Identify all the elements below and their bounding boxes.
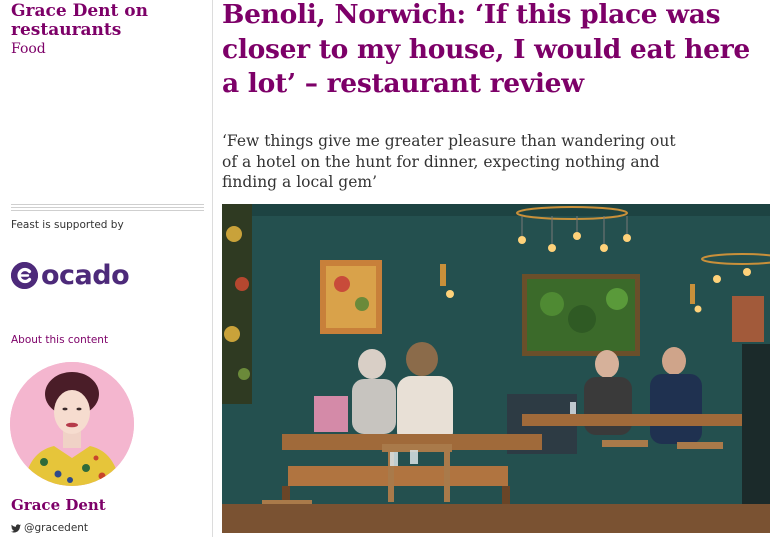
section-link[interactable]: Food [11, 41, 46, 57]
sidebar: Grace Dent on restaurants Food Feast is … [0, 0, 213, 537]
author-portrait [10, 362, 134, 486]
author-avatar[interactable] [10, 362, 134, 486]
series-title[interactable]: Grace Dent on restaurants [11, 2, 206, 40]
sponsor-label: Feast is supported by [11, 219, 124, 231]
author-twitter[interactable]: @gracedent [11, 522, 88, 534]
sponsor-logo[interactable]: ocado [11, 260, 130, 291]
article-headline: Benoli, Norwich: ‘If this place was clos… [222, 0, 750, 99]
restaurant-photo [222, 204, 770, 533]
divider [11, 204, 204, 212]
article-standfirst: ‘Few things give me greater pleasure tha… [222, 132, 676, 191]
ocado-icon [11, 262, 38, 289]
about-content-link[interactable]: About this content [11, 334, 108, 346]
sponsor-logo-text: ocado [41, 260, 130, 291]
author-name[interactable]: Grace Dent [11, 496, 106, 514]
author-handle: @gracedent [24, 522, 89, 534]
hero-image [222, 204, 770, 533]
twitter-icon [11, 523, 21, 532]
